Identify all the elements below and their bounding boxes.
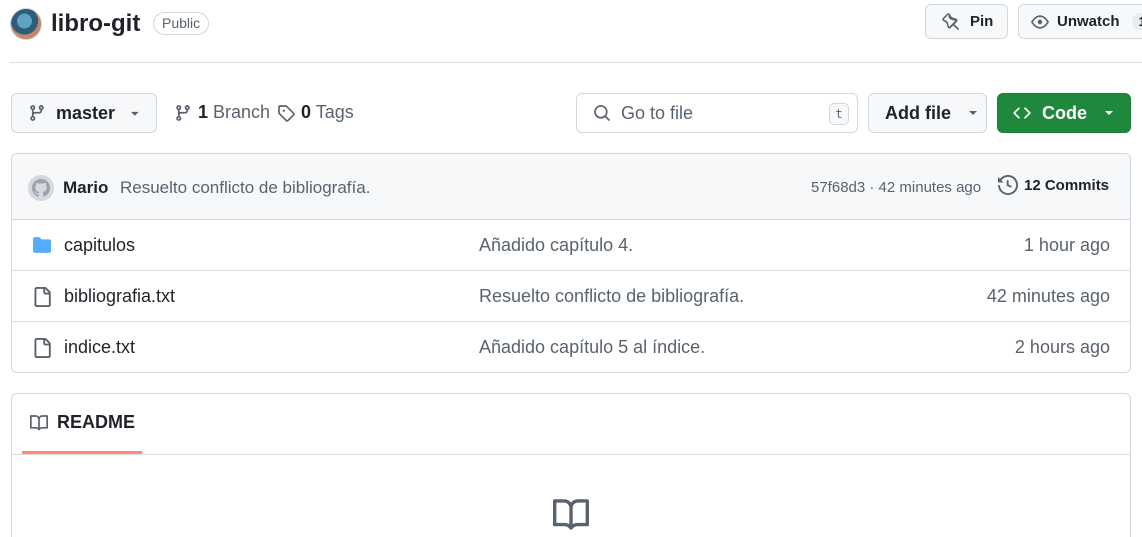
add-file-label: Add file: [885, 102, 951, 123]
header-divider: [10, 62, 1142, 63]
go-to-file-input[interactable]: Go to file t: [576, 93, 858, 133]
book-icon: [550, 497, 592, 533]
file-table: Mario Resuelto conflicto de bibliografía…: [11, 153, 1131, 373]
keyboard-shortcut-hint: t: [829, 103, 849, 125]
file-commit-message[interactable]: Añadido capítulo 4.: [479, 235, 633, 256]
tags-link[interactable]: 0 Tags: [277, 102, 354, 123]
branch-count: 1: [198, 102, 209, 122]
pin-label: Pin: [970, 13, 994, 30]
tag-count: 0: [301, 102, 312, 122]
chevron-down-icon: [967, 107, 979, 119]
search-icon: [593, 104, 611, 122]
watch-count: 1: [1131, 13, 1142, 30]
code-icon: [1012, 104, 1032, 122]
git-branch-icon: [28, 104, 46, 122]
branch-name: master: [56, 102, 116, 123]
file-row[interactable]: bibliografia.txt Resuelto conflicto de b…: [12, 271, 1130, 322]
file-row[interactable]: indice.txt Añadido capítulo 5 al índice.…: [12, 322, 1130, 372]
visibility-badge: Public: [153, 12, 210, 35]
file-commit-date: 42 minutes ago: [986, 286, 1110, 306]
branches-link[interactable]: 1 Branch: [174, 102, 270, 123]
chevron-down-icon: [129, 107, 141, 119]
tag-icon: [277, 104, 295, 122]
pin-button[interactable]: Pin: [925, 4, 1008, 39]
repo-name[interactable]: libro-git: [51, 8, 140, 40]
file-name[interactable]: bibliografia.txt: [64, 286, 175, 307]
search-placeholder: Go to file: [621, 102, 694, 123]
file-icon: [32, 338, 52, 358]
tag-label: Tags: [315, 102, 354, 122]
git-branch-icon: [174, 104, 192, 122]
readme-tab-label: README: [56, 412, 135, 432]
file-commit-date: 2 hours ago: [1014, 337, 1110, 357]
commits-history-link[interactable]: 12 Commits: [998, 175, 1109, 195]
branch-label: Branch: [213, 102, 271, 122]
file-commit-date: 1 hour ago: [1023, 235, 1110, 255]
unwatch-button[interactable]: Unwatch 1: [1018, 4, 1142, 39]
history-icon: [998, 175, 1018, 195]
chevron-down-icon: [1103, 107, 1115, 119]
file-row[interactable]: capitulos Añadido capítulo 4. 1 hour ago: [12, 220, 1130, 271]
repo-owner-avatar[interactable]: [10, 8, 42, 40]
add-file-button[interactable]: Add file: [868, 93, 987, 133]
code-button[interactable]: Code: [997, 93, 1131, 133]
commit-message[interactable]: Resuelto conflicto de bibliografía.: [120, 178, 370, 198]
latest-commit-bar: Mario Resuelto conflicto de bibliografía…: [12, 154, 1130, 220]
tab-readme[interactable]: README: [22, 394, 142, 454]
file-name[interactable]: indice.txt: [64, 337, 135, 358]
file-commit-message[interactable]: Añadido capítulo 5 al índice.: [479, 337, 705, 358]
commits-count-label: 12 Commits: [1024, 176, 1110, 194]
commit-hash-time[interactable]: 57f68d3 · 42 minutes ago: [811, 179, 981, 196]
code-label: Code: [1042, 102, 1087, 123]
unwatch-label: Unwatch: [1057, 13, 1120, 30]
branch-selector[interactable]: master: [11, 93, 157, 133]
file-commit-message[interactable]: Resuelto conflicto de bibliografía.: [479, 286, 744, 307]
file-icon: [32, 287, 52, 307]
book-icon: [29, 414, 49, 432]
author-avatar[interactable]: [28, 175, 54, 201]
eye-icon: [1031, 13, 1049, 31]
readme-panel: README: [11, 393, 1131, 537]
commit-author[interactable]: Mario: [63, 178, 108, 198]
pin-icon: [942, 12, 960, 31]
file-name[interactable]: capitulos: [64, 235, 135, 256]
folder-icon: [32, 236, 52, 254]
readme-divider: [12, 454, 1130, 455]
